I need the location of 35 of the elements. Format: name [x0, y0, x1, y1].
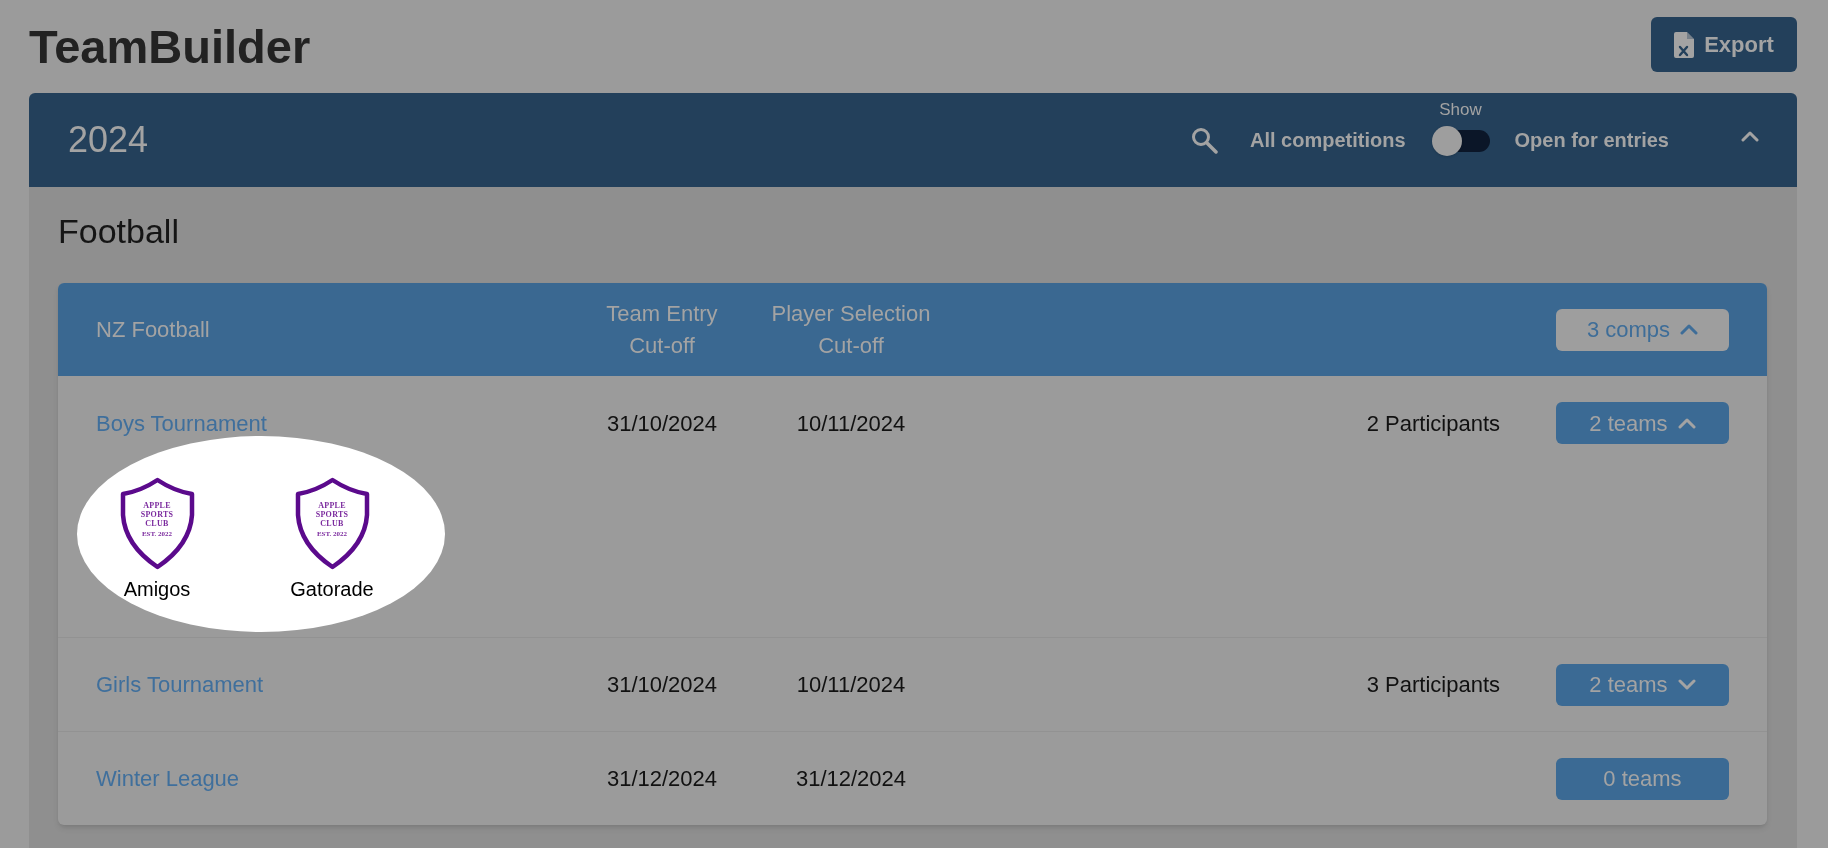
toggle-label: Show — [1439, 99, 1482, 120]
season-year: 2024 — [68, 122, 149, 158]
export-button[interactable]: Export — [1651, 17, 1797, 72]
cutoff-date: 31/12/2024 — [606, 765, 718, 793]
spreadsheet-file-icon — [1674, 31, 1695, 58]
competition-link[interactable]: Girls Tournament — [96, 668, 264, 701]
column-header: Player Selection Cut-off — [770, 299, 932, 360]
search-icon[interactable] — [1189, 126, 1218, 154]
participants-count: 3 Participants — [1366, 671, 1500, 699]
logo-text: APPLE SPORTS CLUB — [139, 501, 175, 528]
column-header: Team Entry Cut-off — [605, 299, 719, 360]
toggle-switch[interactable] — [1431, 125, 1490, 156]
teams-button[interactable]: 0 teams — [1556, 757, 1729, 800]
cutoff-date: 10/11/2024 — [796, 671, 906, 699]
team-name: Gatorade — [290, 577, 374, 601]
competition-name: NZ Football — [96, 316, 210, 344]
competition-link[interactable]: Boys Tournament — [96, 406, 267, 440]
team-name: Amigos — [123, 577, 191, 601]
comps-button[interactable]: 3 comps — [1556, 308, 1729, 351]
filter-option-label: All competitions — [1249, 128, 1406, 153]
filter-option-label: Open for entries — [1514, 128, 1669, 153]
teams-button[interactable]: 2 teams — [1556, 402, 1729, 444]
chevron-up-icon[interactable] — [1741, 129, 1759, 143]
cutoff-date: 31/10/2024 — [606, 409, 718, 438]
shield-icon — [119, 477, 195, 570]
sport-title: Football — [58, 211, 180, 251]
app-title: TeamBuilder — [29, 23, 311, 70]
cutoff-date: 10/11/2024 — [796, 409, 906, 438]
logo-text: APPLE SPORTS CLUB — [314, 501, 350, 528]
competition-link[interactable]: Winter League — [96, 762, 240, 795]
cutoff-date: 31/10/2024 — [606, 671, 718, 699]
cutoff-date: 31/12/2024 — [795, 765, 907, 793]
teams-button[interactable]: 2 teams — [1556, 663, 1729, 706]
shield-icon — [294, 477, 370, 570]
participants-count: 2 Participants — [1366, 409, 1500, 438]
